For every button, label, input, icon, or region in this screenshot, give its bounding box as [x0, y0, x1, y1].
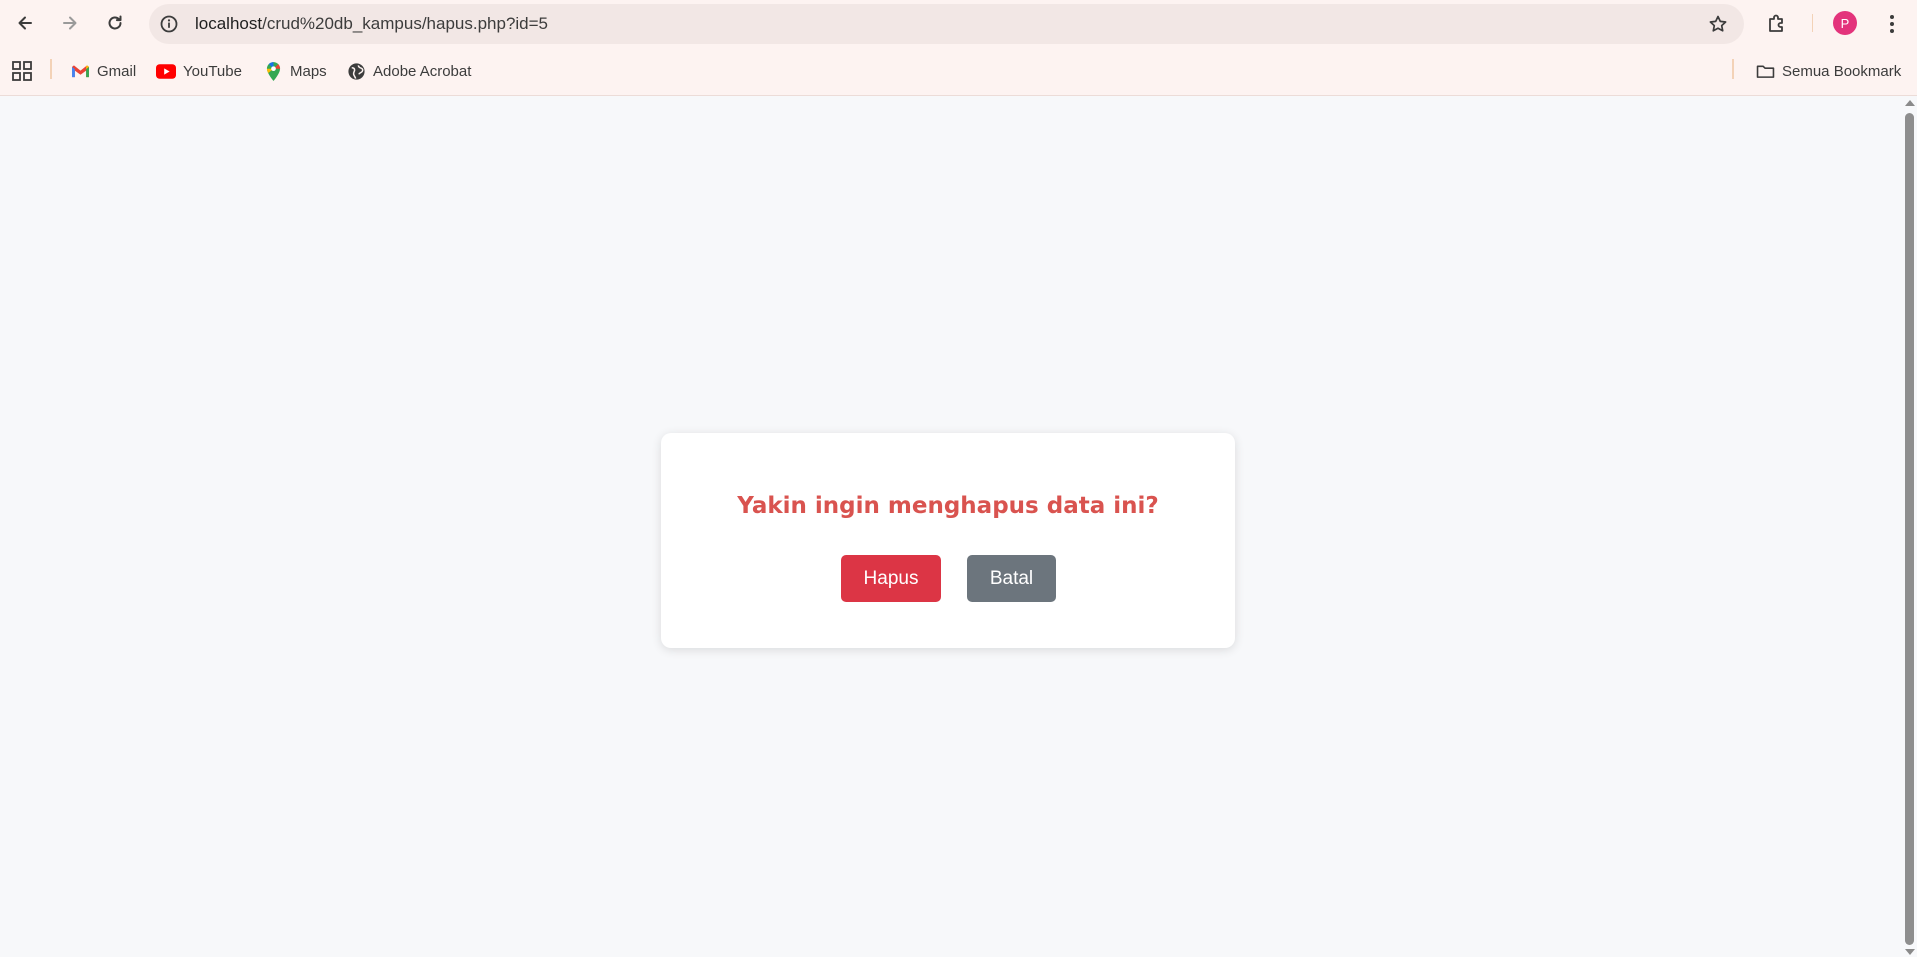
maps-icon [263, 61, 283, 81]
star-icon[interactable] [1708, 14, 1728, 34]
forward-arrow-icon [63, 16, 77, 30]
url-path: /crud%20db_kampus/hapus.php?id=5 [262, 14, 549, 33]
url-text[interactable]: localhost/crud%20db_kampus/hapus.php?id=… [195, 4, 548, 44]
browser-toolbar: localhost/crud%20db_kampus/hapus.php?id=… [0, 0, 1917, 47]
page-viewport: Yakin ingin menghapus data ini? Hapus Ba… [0, 96, 1902, 957]
site-info-icon[interactable] [159, 14, 179, 34]
back-button[interactable] [9, 7, 41, 39]
scroll-down-arrow-icon[interactable] [1905, 949, 1915, 955]
reload-icon [108, 15, 122, 30]
bookmark-label: YouTube [183, 62, 242, 80]
forward-button[interactable] [54, 7, 86, 39]
scroll-up-arrow-icon[interactable] [1905, 100, 1915, 106]
bookmarks-divider [1732, 59, 1734, 79]
bookmark-label: Maps [290, 62, 327, 80]
url-host: localhost [195, 14, 263, 33]
bookmarks-divider [50, 59, 52, 79]
bookmark-label: Gmail [97, 62, 137, 80]
gmail-icon [70, 61, 90, 81]
puzzle-icon[interactable] [1765, 12, 1789, 36]
bookmark-label: Semua Bookmark [1782, 62, 1902, 80]
profile-avatar[interactable]: P [1833, 11, 1857, 35]
youtube-icon [156, 61, 176, 81]
bookmark-adobe-acrobat[interactable]: Adobe Acrobat [346, 57, 471, 85]
address-bar[interactable]: localhost/crud%20db_kampus/hapus.php?id=… [149, 4, 1744, 44]
delete-confirmation-card: Yakin ingin menghapus data ini? Hapus Ba… [661, 433, 1235, 648]
folder-icon [1755, 61, 1775, 81]
back-arrow-icon [18, 16, 32, 30]
delete-button[interactable]: Hapus [841, 555, 941, 602]
globe-icon [346, 61, 366, 81]
more-vert-icon[interactable] [1880, 12, 1904, 36]
bookmark-gmail[interactable]: Gmail [70, 57, 136, 85]
all-bookmarks-button[interactable]: Semua Bookmark [1755, 57, 1901, 85]
bookmark-label: Adobe Acrobat [373, 62, 472, 80]
cancel-button[interactable]: Batal [967, 555, 1056, 602]
toolbar-divider [1812, 14, 1813, 32]
scroll-thumb[interactable] [1905, 113, 1914, 945]
bookmarks-bar: Gmail YouTube Maps Adobe Acrobat Semua B… [0, 47, 1917, 96]
apps-grid-icon[interactable] [11, 60, 33, 82]
confirmation-message: Yakin ingin menghapus data ini? [737, 493, 1159, 519]
bookmark-maps[interactable]: Maps [263, 57, 327, 85]
bookmark-youtube[interactable]: YouTube [156, 57, 242, 85]
reload-button[interactable] [99, 7, 131, 39]
vertical-scrollbar[interactable] [1902, 96, 1917, 957]
